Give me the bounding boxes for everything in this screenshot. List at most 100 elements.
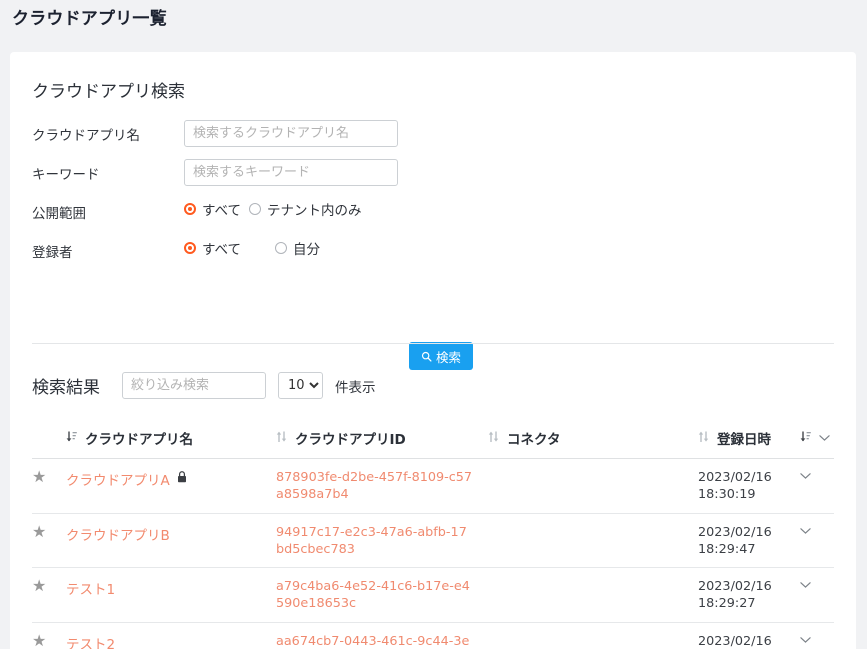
favorite-cell[interactable]: ★ xyxy=(32,567,66,623)
header-connector[interactable]: コネクタ xyxy=(488,422,698,459)
star-icon[interactable]: ★ xyxy=(32,467,46,486)
favorite-cell[interactable]: ★ xyxy=(32,513,66,569)
connector-cell xyxy=(488,513,698,569)
main-card: クラウドアプリ検索 クラウドアプリ名 キーワード 公開範囲 すべて xyxy=(10,52,856,649)
row-expand-cell[interactable] xyxy=(800,513,834,569)
chevron-down-icon[interactable] xyxy=(800,578,811,593)
star-icon[interactable]: ★ xyxy=(32,576,46,595)
registrant-radio-all[interactable]: すべて xyxy=(184,238,241,258)
connector-cell xyxy=(488,567,698,623)
sort-none-icon[interactable] xyxy=(276,430,287,447)
registered-at-cell: 2023/02/16 18:29:27 xyxy=(698,567,800,623)
scope-radio-all[interactable]: すべて xyxy=(184,199,241,219)
registrant-label: 登録者 xyxy=(32,245,73,261)
favorite-cell[interactable]: ★ xyxy=(32,458,66,514)
chevron-down-icon[interactable] xyxy=(819,430,830,446)
search-form: クラウドアプリ名 キーワード 公開範囲 すべて テナント内のみ xyxy=(32,120,832,276)
search-button-label: 検索 xyxy=(435,349,461,365)
registered-at-cell: 2023/02/16 18:29:47 xyxy=(698,513,800,569)
sort-descending-icon[interactable] xyxy=(66,430,77,447)
registered-at-cell: 2023/02/16 18:30:19 xyxy=(698,458,800,514)
app-id-cell: 878903fe-d2be-457f-8109-c57a8598a7b4 xyxy=(276,458,488,514)
form-row-app-name: クラウドアプリ名 xyxy=(32,120,832,159)
form-row-registrant: 登録者 すべて 自分 xyxy=(32,237,832,276)
app-id-cell: aa674cb7-0443-461c-9c44-3e822403d156 xyxy=(276,622,488,649)
results-filter-input[interactable] xyxy=(122,372,266,399)
row-expand-cell[interactable] xyxy=(800,458,834,514)
results-table: クラウドアプリ名 クラウドアプリID コネクタ 登録日時 ★ クラウドアプリA … xyxy=(32,422,834,649)
header-registered-at[interactable]: 登録日時 xyxy=(698,422,800,459)
scope-radio-group: すべて テナント内のみ xyxy=(184,199,362,219)
scope-radio-all-label: すべて xyxy=(202,203,242,219)
app-page: クラウドアプリ一覧 クラウドアプリ検索 クラウドアプリ名 キーワード 公開範囲 … xyxy=(0,0,867,649)
row-expand-cell[interactable] xyxy=(800,622,834,649)
radio-selected-icon xyxy=(184,203,196,215)
row-expand-cell[interactable] xyxy=(800,567,834,623)
sort-none-icon[interactable] xyxy=(698,430,709,447)
search-icon xyxy=(421,351,432,362)
star-icon[interactable]: ★ xyxy=(32,631,46,649)
chevron-down-icon[interactable] xyxy=(800,524,811,539)
app-name-link[interactable]: テスト1 xyxy=(66,578,115,598)
header-connector-label: コネクタ xyxy=(507,432,561,448)
radio-unselected-icon xyxy=(275,242,288,254)
chevron-down-icon[interactable] xyxy=(800,633,811,648)
search-button[interactable]: 検索 xyxy=(409,342,473,370)
table-row[interactable]: ★ テスト2 aa674cb7-0443-461c-9c44-3e822403d… xyxy=(32,622,834,649)
table-row[interactable]: ★ クラウドアプリB 94917c17-e2c3-47a6-abfb-17bd5… xyxy=(32,513,834,569)
registered-at-cell: 2023/02/16 18:28:48 xyxy=(698,622,800,649)
sort-none-icon[interactable] xyxy=(488,430,499,447)
header-registered-at-label: 登録日時 xyxy=(717,432,771,448)
results-header: 検索結果 10 25 50 100 件表示 xyxy=(32,372,376,399)
keyword-label: キーワード xyxy=(32,167,100,183)
per-page-suffix-label: 件表示 xyxy=(335,379,376,396)
app-name-label: クラウドアプリ名 xyxy=(32,128,140,144)
scope-radio-tenant-label: テナント内のみ xyxy=(267,203,362,219)
app-name-link[interactable]: クラウドアプリB xyxy=(66,524,170,544)
scope-label: 公開範囲 xyxy=(32,206,86,222)
app-name-link[interactable]: クラウドアプリA xyxy=(66,469,170,489)
app-name-cell: テスト2 xyxy=(66,622,276,649)
scope-radio-tenant[interactable]: テナント内のみ xyxy=(249,199,362,219)
per-page-select[interactable]: 10 25 50 100 xyxy=(278,372,323,399)
app-name-input[interactable] xyxy=(184,120,398,147)
search-panel-heading: クラウドアプリ検索 xyxy=(32,82,185,102)
registrant-radio-all-label: すべて xyxy=(202,242,242,258)
app-id-value: aa674cb7-0443-461c-9c44-3e822403d156 xyxy=(276,633,470,649)
section-divider xyxy=(32,343,834,344)
app-id-value: 94917c17-e2c3-47a6-abfb-17bd5cbec783 xyxy=(276,524,467,557)
page-title: クラウドアプリ一覧 xyxy=(12,9,167,29)
header-expand-all[interactable] xyxy=(800,422,834,459)
app-id-cell: 94917c17-e2c3-47a6-abfb-17bd5cbec783 xyxy=(276,513,488,569)
keyword-input[interactable] xyxy=(184,159,398,186)
results-heading: 検索結果 xyxy=(32,378,100,398)
form-row-keyword: キーワード xyxy=(32,159,832,198)
table-header-row: クラウドアプリ名 クラウドアプリID コネクタ 登録日時 xyxy=(32,422,834,459)
table-row[interactable]: ★ クラウドアプリA 878903fe-d2be-457f-8109-c57a8… xyxy=(32,458,834,514)
app-name-link[interactable]: テスト2 xyxy=(66,633,115,649)
results-table-wrapper: クラウドアプリ名 クラウドアプリID コネクタ 登録日時 ★ クラウドアプリA … xyxy=(32,422,834,649)
registrant-radio-self-label: 自分 xyxy=(293,242,321,258)
header-favorite xyxy=(32,422,66,459)
app-id-value: a79c4ba6-4e52-41c6-b17e-e4590e18653c xyxy=(276,579,470,612)
star-icon[interactable]: ★ xyxy=(32,522,46,541)
header-app-name[interactable]: クラウドアプリ名 xyxy=(66,422,276,459)
results-table-body: ★ クラウドアプリA 878903fe-d2be-457f-8109-c57a8… xyxy=(32,458,834,649)
table-row[interactable]: ★ テスト1 a79c4ba6-4e52-41c6-b17e-e4590e186… xyxy=(32,567,834,623)
header-app-id[interactable]: クラウドアプリID xyxy=(276,422,488,459)
connector-cell xyxy=(488,458,698,514)
header-app-id-label: クラウドアプリID xyxy=(295,432,406,448)
registrant-radio-group: すべて 自分 xyxy=(184,238,320,258)
connector-cell xyxy=(488,622,698,649)
chevron-down-icon[interactable] xyxy=(800,469,811,484)
registrant-radio-self[interactable]: 自分 xyxy=(275,238,320,258)
sort-descending-icon[interactable] xyxy=(800,430,811,447)
app-name-cell: クラウドアプリB xyxy=(66,513,276,569)
favorite-cell[interactable]: ★ xyxy=(32,622,66,649)
app-id-value: 878903fe-d2be-457f-8109-c57a8598a7b4 xyxy=(276,470,473,503)
results-table-head: クラウドアプリ名 クラウドアプリID コネクタ 登録日時 xyxy=(32,422,834,459)
app-name-cell: テスト1 xyxy=(66,567,276,623)
app-name-cell: クラウドアプリA xyxy=(66,458,276,514)
app-id-cell: a79c4ba6-4e52-41c6-b17e-e4590e18653c xyxy=(276,567,488,623)
header-app-name-label: クラウドアプリ名 xyxy=(85,432,193,448)
